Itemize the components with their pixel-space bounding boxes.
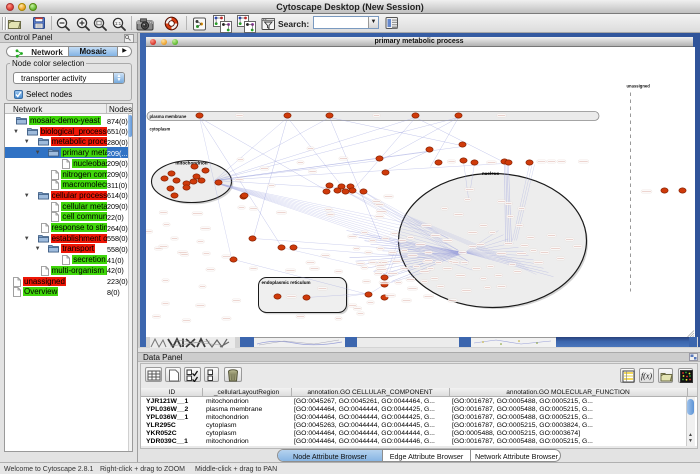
svg-text:1:1: 1:1 [115, 21, 122, 26]
svg-text:f(x): f(x) [641, 372, 652, 381]
svg-text:unassigned: unassigned [626, 83, 650, 88]
svg-text:cytoplasm: cytoplasm [149, 126, 170, 131]
svg-text:endoplasmic reticulum: endoplasmic reticulum [261, 280, 310, 285]
svg-text:nucleus: nucleus [481, 171, 499, 176]
svg-text:plasma membrane: plasma membrane [149, 114, 186, 119]
